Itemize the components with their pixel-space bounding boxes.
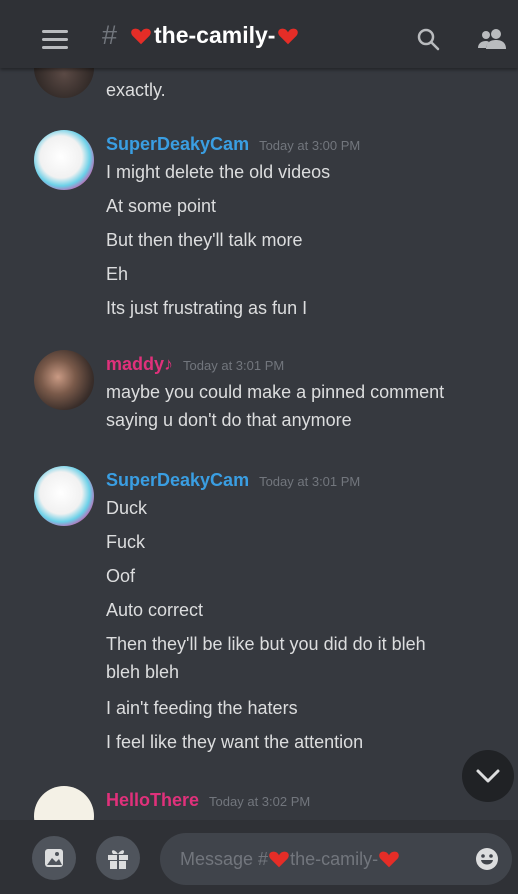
message-line: I ain't feeding the haters (106, 698, 298, 718)
heart-icon (131, 28, 151, 44)
username[interactable]: maddy♪ (106, 354, 173, 375)
message-list[interactable]: exactly. SuperDeakyCam Today at 3:00 PM … (0, 68, 518, 820)
message-input[interactable]: Message # the-camily- (160, 833, 512, 885)
message-line: I might delete the old videos (106, 162, 331, 182)
message-line: saying u don't do that anymore (106, 410, 352, 430)
message-line: exactly. (106, 80, 166, 100)
avatar[interactable] (34, 466, 94, 526)
username[interactable]: SuperDeakyCam (106, 134, 249, 155)
message-header: maddy♪ Today at 3:01 PM (106, 354, 284, 375)
input-placeholder-channel: the-camily- (290, 848, 379, 869)
heart-icon (379, 851, 399, 868)
message-line: Its just frustrating as fun I (106, 298, 308, 318)
message-line: Fuck (106, 532, 146, 552)
channel-header: # the-camily- (0, 0, 518, 68)
avatar[interactable] (34, 350, 94, 410)
message-line: Duck (106, 498, 148, 518)
timestamp: Today at 3:01 PM (183, 358, 285, 373)
attach-image-button[interactable] (32, 836, 76, 880)
timestamp: Today at 3:01 PM (259, 474, 361, 489)
image-icon (45, 849, 63, 867)
avatar[interactable] (34, 130, 94, 190)
input-placeholder-prefix: Message # (180, 848, 269, 869)
message-line: At some point (106, 196, 217, 216)
gift-icon (108, 850, 128, 869)
avatar[interactable] (34, 68, 94, 98)
search-icon[interactable] (416, 27, 440, 51)
timestamp: Today at 3:02 PM (209, 794, 311, 809)
message-line: But then they'll talk more (106, 230, 303, 250)
message-line: Eh (106, 264, 129, 284)
message-line: I feel like they want the attention (106, 732, 364, 752)
gift-button[interactable] (96, 836, 140, 880)
chevron-down-icon (476, 769, 500, 783)
timestamp: Today at 3:00 PM (259, 138, 361, 153)
jump-to-bottom-button[interactable] (462, 750, 514, 802)
message-line: bleh bleh (106, 662, 180, 682)
channel-hash-icon: # (102, 20, 118, 50)
username[interactable]: HelloThere (106, 790, 199, 811)
channel-name: the-camily- (154, 22, 276, 48)
heart-icon (278, 28, 299, 44)
message-header: SuperDeakyCam Today at 3:00 PM (106, 134, 360, 155)
avatar[interactable] (34, 786, 94, 820)
heart-icon (269, 851, 289, 868)
message-line: Then they'll be like but you did do it b… (106, 634, 426, 654)
message-line: Oof (106, 566, 136, 586)
message-header: SuperDeakyCam Today at 3:01 PM (106, 470, 360, 491)
username[interactable]: SuperDeakyCam (106, 470, 249, 491)
message-line: Auto correct (106, 600, 204, 620)
composer-bar: Message # the-camily- (0, 820, 518, 894)
message-header: HelloThere Today at 3:02 PM (106, 790, 310, 811)
channel-title: the-camily- (130, 22, 299, 49)
message-line: maybe you could make a pinned comment (106, 382, 445, 402)
members-icon[interactable] (477, 27, 507, 51)
hamburger-menu-icon[interactable] (42, 30, 68, 50)
emoji-icon[interactable] (474, 846, 500, 872)
